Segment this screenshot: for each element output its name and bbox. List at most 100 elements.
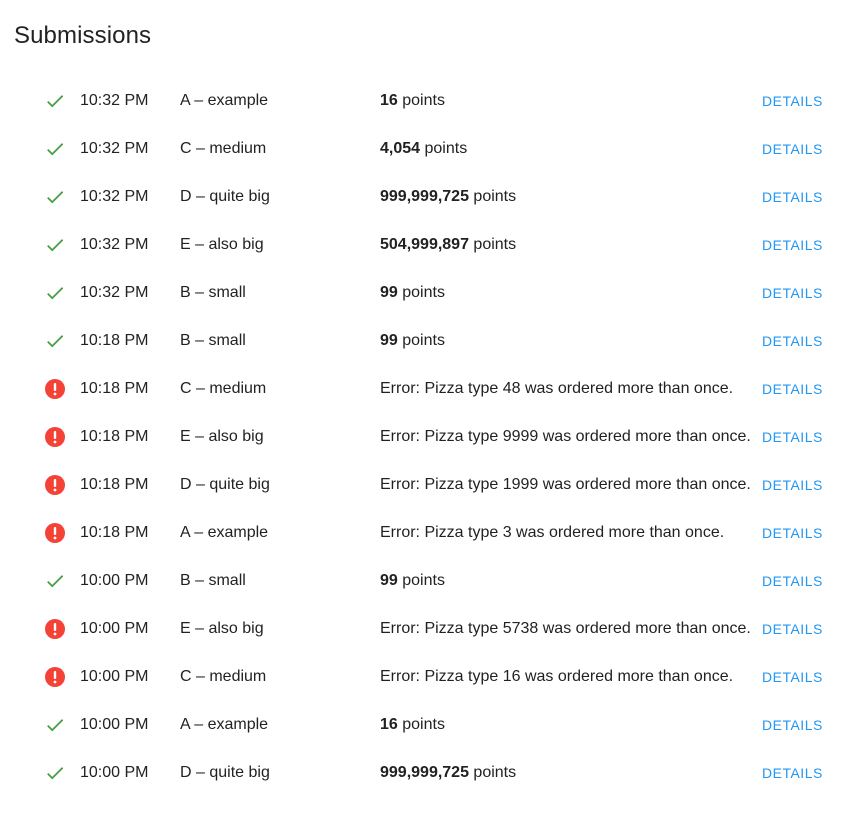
details-button[interactable]: DETAILS [762,173,823,221]
submission-problem: D – quite big [180,764,270,781]
submission-problem: B – small [180,332,246,349]
error-icon [45,427,65,447]
check-icon [47,287,64,300]
check-icon [47,239,64,252]
submission-time: 10:32 PM [80,140,149,157]
submission-row: 10:32 PM B – small 99 points DETAILS [0,269,864,317]
submission-result: 504,999,897 points [380,221,516,269]
submission-error-message: Error: Pizza type 5738 was ordered more … [380,620,751,637]
details-button[interactable]: DETAILS [762,317,823,365]
details-button[interactable]: DETAILS [762,125,823,173]
status-success [44,221,66,269]
submission-error-message: Error: Pizza type 1999 was ordered more … [380,476,751,493]
submissions-list: 10:32 PM A – example 16 points DETAILS 1… [0,77,864,797]
submission-row: 10:00 PM E – also big Error: Pizza type … [0,605,864,653]
error-icon [45,619,65,639]
submission-score: 4,054 [380,140,421,157]
details-button[interactable]: DETAILS [762,461,823,509]
details-button[interactable]: DETAILS [762,701,823,749]
submission-time: 10:00 PM [80,764,149,781]
details-button[interactable]: DETAILS [762,269,823,317]
submission-time: 10:18 PM [80,332,149,349]
submission-time: 10:32 PM [80,236,149,253]
status-error [44,653,66,701]
submission-time: 10:32 PM [80,284,149,301]
details-button[interactable]: DETAILS [762,221,823,269]
submission-row: 10:32 PM A – example 16 points DETAILS [0,77,864,125]
points-label: points [397,572,445,589]
submission-row: 10:18 PM B – small 99 points DETAILS [0,317,864,365]
submission-time: 10:00 PM [80,716,149,733]
submission-problem: D – quite big [180,476,270,493]
submission-problem: E – also big [180,428,264,445]
submission-time: 10:18 PM [80,428,149,445]
submission-result: 999,999,725 points [380,749,516,797]
submission-row: 10:18 PM E – also big Error: Pizza type … [0,413,864,461]
points-label: points [468,236,517,253]
error-icon [45,475,65,495]
submission-time: 10:18 PM [80,524,149,541]
submission-score: 99 [380,332,398,349]
submission-score: 16 [380,716,398,733]
status-success [44,173,66,221]
submission-problem: B – small [180,572,246,589]
status-success [44,125,66,173]
error-icon [45,379,65,399]
check-icon [47,575,64,588]
submission-time: 10:00 PM [80,572,149,589]
submission-time: 10:00 PM [80,668,149,685]
submission-time: 10:32 PM [80,92,149,109]
submission-result: 99 points [380,269,445,317]
points-label: points [468,764,517,781]
submission-time: 10:00 PM [80,620,149,637]
submission-score: 999,999,725 [380,764,469,781]
submission-error-message: Error: Pizza type 9999 was ordered more … [380,428,751,445]
details-button[interactable]: DETAILS [762,749,823,797]
points-label: points [468,188,517,205]
submission-error-message: Error: Pizza type 16 was ordered more th… [380,668,734,685]
check-icon [47,191,64,204]
details-button[interactable]: DETAILS [762,653,823,701]
submission-problem: E – also big [180,236,264,253]
submission-row: 10:00 PM A – example 16 points DETAILS [0,701,864,749]
submission-row: 10:18 PM A – example Error: Pizza type 3… [0,509,864,557]
submission-score: 999,999,725 [380,188,469,205]
points-label: points [397,332,445,349]
submission-result: 99 points [380,557,445,605]
submission-row: 10:32 PM D – quite big 999,999,725 point… [0,173,864,221]
submission-row: 10:00 PM C – medium Error: Pizza type 16… [0,653,864,701]
status-success [44,749,66,797]
submission-result: 16 points [380,701,445,749]
submission-time: 10:18 PM [80,476,149,493]
status-success [44,557,66,605]
error-icon [45,523,65,543]
details-button[interactable]: DETAILS [762,509,823,557]
check-icon [47,335,64,348]
submission-result: 4,054 points [380,125,467,173]
submission-time: 10:18 PM [80,380,149,397]
details-button[interactable]: DETAILS [762,413,823,461]
submission-score: 504,999,897 [380,236,469,253]
points-label: points [397,716,445,733]
points-label: points [397,284,445,301]
details-button[interactable]: DETAILS [762,77,823,125]
status-success [44,317,66,365]
points-label: points [420,140,468,157]
submission-row: 10:00 PM B – small 99 points DETAILS [0,557,864,605]
submission-row: 10:32 PM E – also big 504,999,897 points… [0,221,864,269]
submission-result: 16 points [380,77,445,125]
submission-time: 10:32 PM [80,188,149,205]
submission-problem: A – example [180,716,269,733]
submission-problem: A – example [180,92,269,109]
submission-problem: E – also big [180,620,264,637]
submission-score: 99 [380,284,398,301]
details-button[interactable]: DETAILS [762,557,823,605]
points-label: points [397,92,445,109]
submission-problem: C – medium [180,668,267,685]
details-button[interactable]: DETAILS [762,365,823,413]
check-icon [47,767,64,780]
details-button[interactable]: DETAILS [762,605,823,653]
status-error [44,605,66,653]
status-error [44,365,66,413]
submission-row: 10:00 PM D – quite big 999,999,725 point… [0,749,864,797]
